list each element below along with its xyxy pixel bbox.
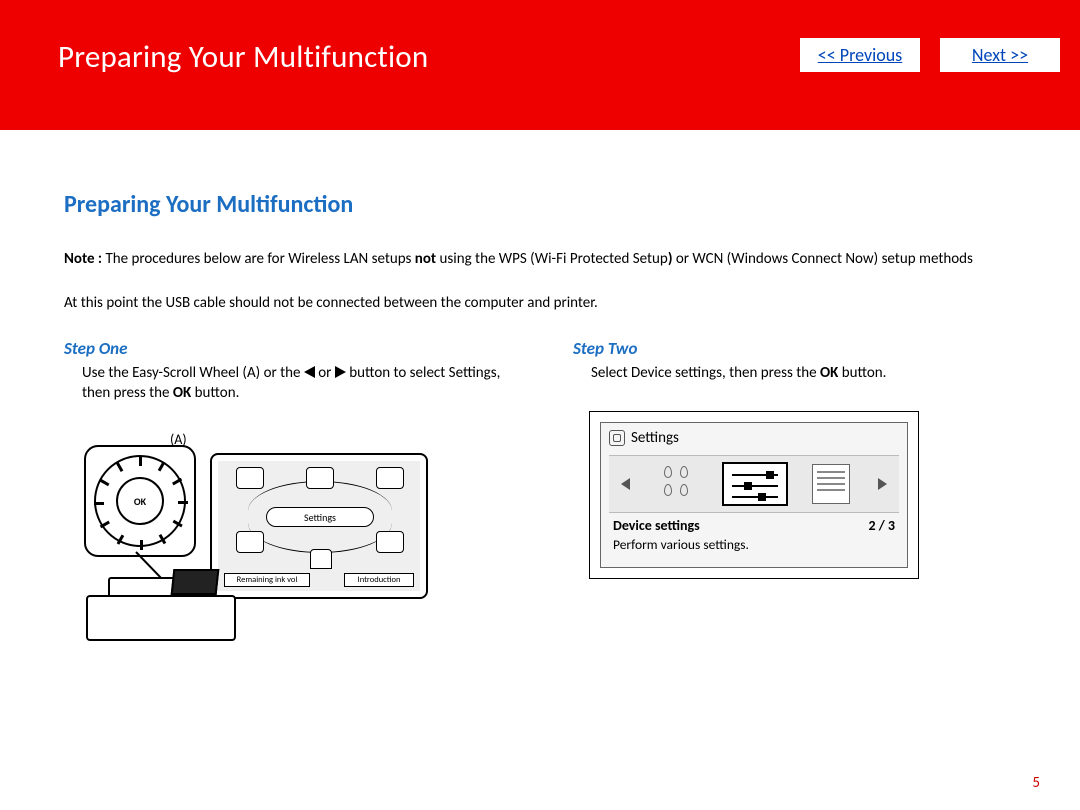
menu-item-icon	[376, 531, 404, 553]
step-two-label: Step Two	[573, 338, 1022, 359]
step-one-ok: OK	[173, 384, 191, 402]
content-area: Preparing Your Multifunction Note : The …	[0, 130, 1080, 641]
nav-previous-link[interactable]: << Previous	[818, 44, 902, 66]
step-one-t4: button.	[191, 384, 239, 402]
wheel-tick	[178, 501, 188, 504]
settings-screen-title: Settings	[609, 429, 899, 447]
selected-item-label: Device settings	[613, 517, 700, 534]
page-count: 2 / 3	[868, 517, 895, 534]
step-two-illustration: Settings	[589, 411, 1022, 579]
screen-inner-frame: Settings	[600, 422, 908, 568]
step-one-column: Step One Use the Easy-Scroll Wheel (A) o…	[64, 338, 513, 642]
bottom-center-icon	[310, 549, 332, 569]
right-arrow-icon	[335, 366, 346, 378]
settings-carousel	[609, 455, 899, 513]
note-part3: or WCN (Windows Connect Now) setup metho…	[673, 250, 973, 268]
note-bold1: not	[415, 250, 436, 268]
settings-title-text: Settings	[631, 429, 679, 447]
printer-body	[86, 595, 236, 641]
left-arrow-icon	[304, 366, 315, 378]
header-band: Preparing Your Multifunction << Previous…	[0, 0, 1080, 130]
menu-item-icon	[236, 531, 264, 553]
device-settings-icon	[722, 462, 788, 506]
screen-outer-frame: Settings	[589, 411, 919, 579]
printer-icon	[86, 565, 256, 641]
wheel-ok-button-icon: OK	[116, 477, 164, 525]
selected-item-desc: Perform various settings.	[609, 536, 899, 553]
header-title: Preparing Your Multifunction	[58, 38, 428, 76]
settings-chip: Settings	[266, 507, 374, 527]
step-one-body: Use the Easy-Scroll Wheel (A) or the or …	[64, 363, 513, 404]
wheel-tick	[139, 456, 142, 466]
scroll-wheel-icon: OK	[84, 445, 196, 557]
wheel-tick	[94, 502, 104, 505]
carousel-right-icon	[878, 478, 887, 490]
ink-level-icon	[658, 464, 698, 504]
menu-item-icon	[376, 467, 404, 489]
nav-next-link[interactable]: Next >>	[972, 44, 1028, 66]
step-two-body: Select Device settings, then press the O…	[573, 363, 1022, 383]
intro-line: At this point the USB cable should not b…	[64, 293, 1022, 313]
section-heading: Preparing Your Multifunction	[64, 190, 1022, 219]
step-one-t1: Use the Easy-Scroll Wheel (A) or the	[82, 364, 304, 382]
introduction-button: Introduction	[344, 573, 414, 587]
page-number: 5	[1032, 774, 1040, 792]
step-two-column: Step Two Select Device settings, then pr…	[573, 338, 1022, 642]
carousel-left-icon	[621, 478, 630, 490]
steps-columns: Step One Use the Easy-Scroll Wheel (A) o…	[64, 338, 1022, 642]
step-two-t2: button.	[838, 364, 886, 382]
nav-next-box: Next >>	[940, 38, 1060, 72]
step-one-t2: or	[315, 364, 335, 382]
gear-icon	[609, 430, 625, 446]
note-prefix: Note :	[64, 250, 102, 268]
step-one-illustration: (A) OK	[80, 431, 440, 641]
note-block: Note : The procedures below are for Wire…	[64, 249, 1022, 269]
printer-mini-screen	[171, 569, 220, 595]
note-part1: The procedures below are for Wireless LA…	[102, 250, 415, 268]
settings-label-row: Device settings 2 / 3	[609, 517, 899, 534]
step-two-t1: Select Device settings, then press the	[591, 364, 820, 382]
document-icon	[812, 464, 850, 504]
wheel-tick	[140, 540, 143, 550]
step-two-ok: OK	[820, 364, 838, 382]
step-one-label: Step One	[64, 338, 513, 359]
menu-item-icon	[236, 467, 264, 489]
note-part2: using the WPS (Wi-Fi Protected Setup	[436, 250, 668, 268]
nav-previous-box: << Previous	[800, 38, 920, 72]
menu-item-icon	[306, 467, 334, 489]
